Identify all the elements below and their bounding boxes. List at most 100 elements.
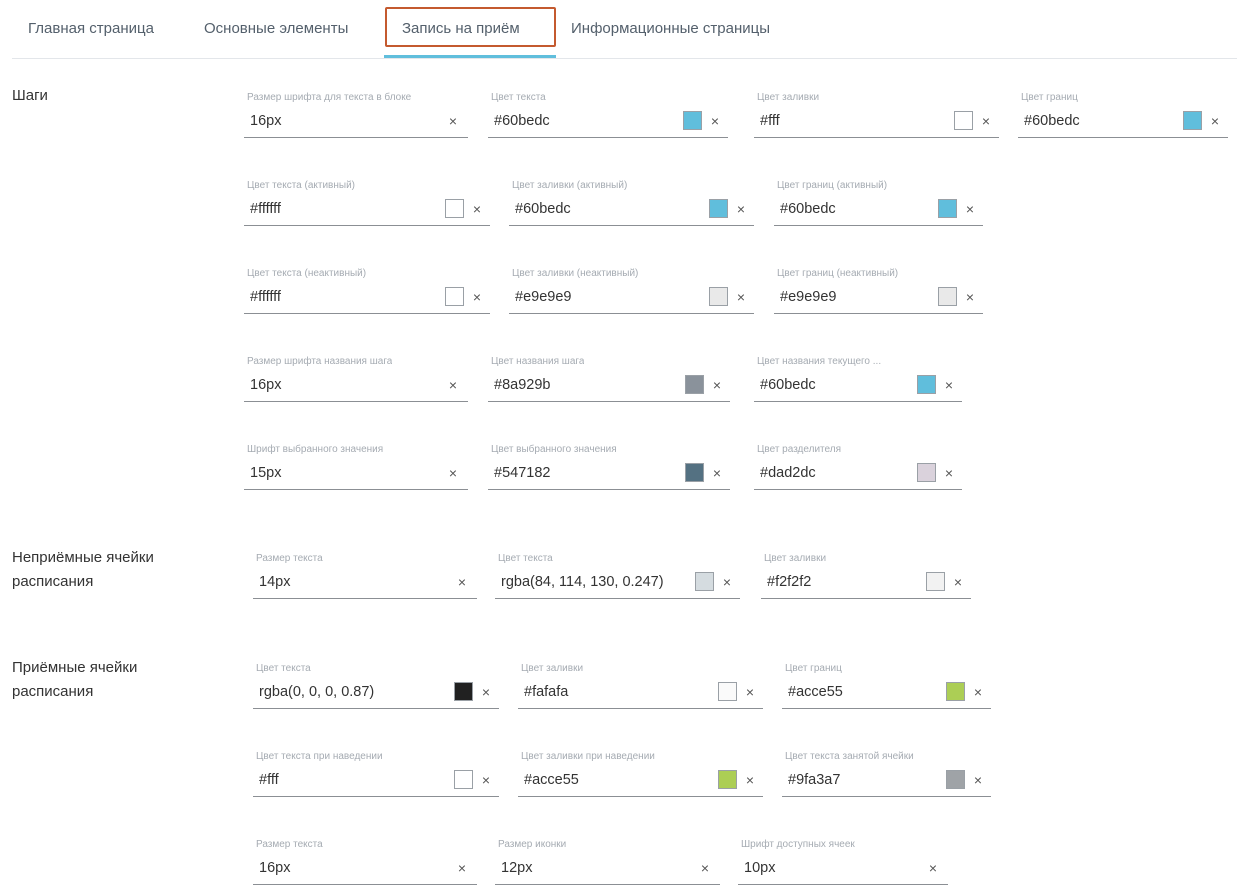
field-label: Шрифт выбранного значения xyxy=(247,444,384,455)
field-input[interactable]: #60bedc xyxy=(780,201,836,217)
setting-field-s4: Цвет границ #60bedc × xyxy=(1018,92,1228,138)
field-input[interactable]: 16px xyxy=(250,377,281,393)
clear-icon[interactable]: × xyxy=(710,376,724,394)
field-input[interactable]: #8a929b xyxy=(494,377,550,393)
clear-icon[interactable]: × xyxy=(446,112,460,130)
color-swatch[interactable] xyxy=(709,199,728,218)
color-swatch[interactable] xyxy=(685,375,704,394)
field-input[interactable]: #e9e9e9 xyxy=(515,289,571,305)
setting-field-s2: Цвет текста #60bedc × xyxy=(488,92,728,138)
field-input[interactable]: 16px xyxy=(259,860,290,876)
color-swatch[interactable] xyxy=(454,770,473,789)
color-swatch[interactable] xyxy=(917,463,936,482)
setting-field-s12: Цвет названия шага #8a929b × xyxy=(488,356,730,402)
clear-icon[interactable]: × xyxy=(926,859,940,877)
field-input[interactable]: #9fa3a7 xyxy=(788,772,840,788)
clear-icon[interactable]: × xyxy=(479,771,493,789)
clear-icon[interactable]: × xyxy=(963,200,977,218)
clear-icon[interactable]: × xyxy=(455,859,469,877)
tab-appointment[interactable]: Запись на приём xyxy=(402,20,520,37)
field-input[interactable]: #60bedc xyxy=(515,201,571,217)
field-input[interactable]: 15px xyxy=(250,465,281,481)
field-underline xyxy=(754,489,962,490)
field-input[interactable]: 12px xyxy=(501,860,532,876)
tab-basic-elements[interactable]: Основные элементы xyxy=(204,20,348,37)
field-input[interactable]: #ffffff xyxy=(250,201,281,217)
clear-icon[interactable]: × xyxy=(479,683,493,701)
field-input[interactable]: #fff xyxy=(760,113,780,129)
clear-icon[interactable]: × xyxy=(734,200,748,218)
clear-icon[interactable]: × xyxy=(942,464,956,482)
field-input[interactable]: rgba(0, 0, 0, 0.87) xyxy=(259,684,374,700)
field-label: Размер шрифта для текста в блоке xyxy=(247,92,412,103)
clear-icon[interactable]: × xyxy=(446,464,460,482)
clear-icon[interactable]: × xyxy=(951,573,965,591)
tab-info-pages[interactable]: Информационные страницы xyxy=(571,20,770,37)
field-label: Шрифт доступных ячеек xyxy=(741,839,855,850)
clear-icon[interactable]: × xyxy=(971,683,985,701)
clear-icon[interactable]: × xyxy=(743,771,757,789)
color-swatch[interactable] xyxy=(695,572,714,591)
field-label: Размер шрифта названия шага xyxy=(247,356,393,367)
field-input[interactable]: #e9e9e9 xyxy=(780,289,836,305)
clear-icon[interactable]: × xyxy=(942,376,956,394)
color-swatch[interactable] xyxy=(926,572,945,591)
field-label: Цвет заливки (неактивный) xyxy=(512,268,639,279)
setting-field-s15: Цвет выбранного значения #547182 × xyxy=(488,444,730,490)
setting-field-s7: Цвет границ (активный) #60bedc × xyxy=(774,180,983,226)
color-swatch[interactable] xyxy=(917,375,936,394)
clear-icon[interactable]: × xyxy=(743,683,757,701)
field-input[interactable]: #dad2dc xyxy=(760,465,816,481)
field-input[interactable]: #fff xyxy=(259,772,279,788)
field-underline xyxy=(244,225,490,226)
color-swatch[interactable] xyxy=(1183,111,1202,130)
clear-icon[interactable]: × xyxy=(1208,112,1222,130)
clear-icon[interactable]: × xyxy=(971,771,985,789)
field-input[interactable]: #60bedc xyxy=(494,113,550,129)
setting-field-r2: Цвет заливки #fafafa × xyxy=(518,663,763,709)
color-swatch[interactable] xyxy=(445,199,464,218)
field-input[interactable]: #60bedc xyxy=(760,377,816,393)
field-input[interactable]: 10px xyxy=(744,860,775,876)
color-swatch[interactable] xyxy=(685,463,704,482)
color-swatch[interactable] xyxy=(718,770,737,789)
color-swatch[interactable] xyxy=(946,682,965,701)
setting-field-s1: Размер шрифта для текста в блоке 16px × xyxy=(244,92,468,138)
clear-icon[interactable]: × xyxy=(698,859,712,877)
color-swatch[interactable] xyxy=(938,287,957,306)
field-underline xyxy=(518,708,763,709)
clear-icon[interactable]: × xyxy=(963,288,977,306)
color-swatch[interactable] xyxy=(683,111,702,130)
field-label: Цвет границ (активный) xyxy=(777,180,888,191)
field-input[interactable]: #60bedc xyxy=(1024,113,1080,129)
clear-icon[interactable]: × xyxy=(470,200,484,218)
field-input[interactable]: #547182 xyxy=(494,465,550,481)
field-input[interactable]: 14px xyxy=(259,574,290,590)
field-label: Цвет текста при наведении xyxy=(256,751,383,762)
field-input[interactable]: #fafafa xyxy=(524,684,568,700)
clear-icon[interactable]: × xyxy=(455,573,469,591)
clear-icon[interactable]: × xyxy=(720,573,734,591)
clear-icon[interactable]: × xyxy=(979,112,993,130)
field-input[interactable]: #f2f2f2 xyxy=(767,574,811,590)
color-swatch[interactable] xyxy=(454,682,473,701)
clear-icon[interactable]: × xyxy=(710,464,724,482)
field-input[interactable]: #acce55 xyxy=(788,684,843,700)
color-swatch[interactable] xyxy=(709,287,728,306)
color-swatch[interactable] xyxy=(445,287,464,306)
clear-icon[interactable]: × xyxy=(708,112,722,130)
clear-icon[interactable]: × xyxy=(446,376,460,394)
color-swatch[interactable] xyxy=(954,111,973,130)
tab-main-page[interactable]: Главная страница xyxy=(28,20,154,37)
field-input[interactable]: #ffffff xyxy=(250,289,281,305)
field-input[interactable]: #acce55 xyxy=(524,772,579,788)
clear-icon[interactable]: × xyxy=(734,288,748,306)
field-input[interactable]: 16px xyxy=(250,113,281,129)
color-swatch[interactable] xyxy=(946,770,965,789)
field-input[interactable]: rgba(84, 114, 130, 0.247) xyxy=(501,574,664,590)
section-title-reception: Приёмные ячейки расписания xyxy=(12,656,137,704)
color-swatch[interactable] xyxy=(938,199,957,218)
color-swatch[interactable] xyxy=(718,682,737,701)
field-label: Цвет границ (неактивный) xyxy=(777,268,899,279)
clear-icon[interactable]: × xyxy=(470,288,484,306)
